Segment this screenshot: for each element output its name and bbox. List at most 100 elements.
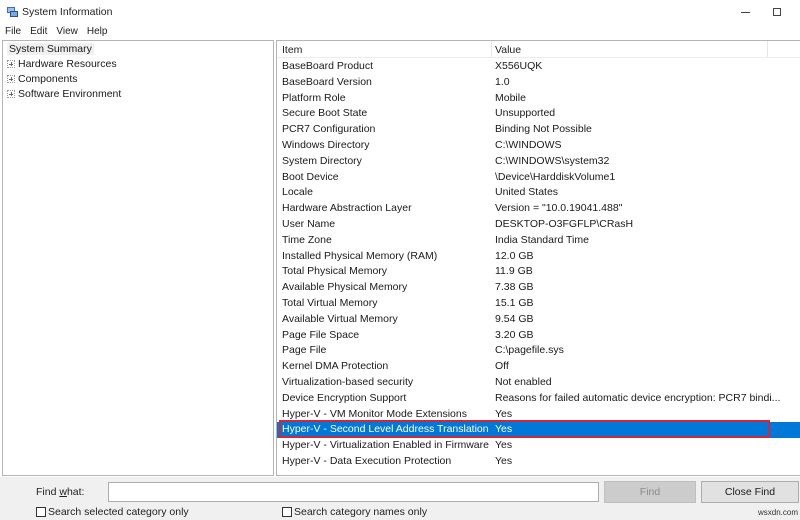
cell-item: Time Zone — [282, 233, 332, 246]
tree-item-software-environment[interactable]: Software Environment — [7, 88, 121, 100]
table-row[interactable]: Virtualization-based security Not enabled — [277, 375, 800, 391]
cell-value: 12.0 GB — [495, 249, 534, 262]
cell-value: 1.0 — [495, 75, 510, 88]
menu-edit[interactable]: Edit — [30, 26, 47, 37]
cell-item: Locale — [282, 186, 313, 199]
cell-value: C:\pagefile.sys — [495, 344, 564, 357]
cell-value: 7.38 GB — [495, 281, 534, 294]
find-button-label: Find — [639, 486, 661, 498]
close-find-button-label: Close Find — [724, 486, 776, 498]
table-row[interactable]: Hyper-V - Virtualization Enabled in Firm… — [277, 438, 800, 454]
list-header: Item Value — [277, 41, 800, 58]
table-row[interactable]: Page File C:\pagefile.sys — [277, 343, 800, 359]
column-header-item[interactable]: Item — [282, 44, 302, 56]
tree-item-label: System Summary — [9, 43, 92, 55]
cell-item: Hyper-V - Second Level Address Translati… — [282, 423, 490, 436]
cell-value: Off — [495, 360, 509, 373]
table-row[interactable]: Hyper-V - Data Execution Protection Yes — [277, 454, 800, 470]
table-row[interactable]: Device Encryption Support Reasons for fai… — [277, 391, 800, 407]
cell-item: Hardware Abstraction Layer — [282, 202, 412, 215]
table-row[interactable]: User Name DESKTOP-O3FGFLP\CRasH — [277, 217, 800, 233]
menu-view[interactable]: View — [56, 26, 78, 37]
find-what-input[interactable] — [108, 482, 599, 502]
cell-item: System Directory — [282, 154, 362, 167]
tree-item-label: Software Environment — [18, 88, 122, 100]
cell-item: Virtualization-based security — [282, 376, 414, 388]
title-bar: System Information — [0, 0, 800, 24]
table-row[interactable]: System Directory C:\WINDOWS\system32 — [277, 154, 800, 170]
cell-item: User Name — [282, 218, 336, 230]
table-row[interactable]: Page File Space 3.20 GB — [277, 328, 800, 344]
column-header-value[interactable]: Value — [495, 44, 521, 56]
tree-item-components[interactable]: Components — [7, 73, 78, 85]
table-row[interactable]: BaseBoard Product X556UQK — [277, 59, 800, 75]
cell-value: DESKTOP-O3FGFLP\CRasH — [495, 218, 634, 230]
cell-item: Installed Physical Memory (RAM) — [282, 249, 438, 262]
table-row[interactable]: Total Physical Memory 11.9 GB — [277, 264, 800, 280]
tree-item-system-summary[interactable]: System Summary — [7, 43, 94, 55]
cell-item: Secure Boot State — [282, 107, 368, 120]
expand-icon[interactable] — [7, 75, 15, 83]
table-row[interactable]: Boot Device \Device\HarddiskVolume1 — [277, 170, 800, 186]
table-row[interactable]: Available Physical Memory 7.38 GB — [277, 280, 800, 296]
cell-item: Total Physical Memory — [282, 265, 388, 278]
menu-file[interactable]: File — [5, 26, 21, 37]
cell-value: Version = "10.0.19041.488" — [495, 202, 623, 215]
cell-item: PCR7 Configuration — [282, 123, 376, 136]
cell-item: Available Physical Memory — [282, 281, 408, 294]
column-divider[interactable] — [491, 41, 492, 57]
table-row[interactable]: PCR7 Configuration Binding Not Possible — [277, 122, 800, 138]
watermark: wsxdn.com — [758, 508, 799, 517]
search-category-names-checkbox[interactable]: Search category names only — [282, 506, 427, 518]
table-row[interactable]: Installed Physical Memory (RAM) 12.0 GB — [277, 249, 800, 265]
cell-item: Platform Role — [282, 91, 346, 104]
menu-help[interactable]: Help — [87, 26, 108, 37]
find-bar: Find what: Find Close Find Search select… — [0, 477, 800, 520]
search-selected-category-checkbox[interactable]: Search selected category only — [36, 506, 189, 518]
table-row[interactable]: Locale United States — [277, 185, 800, 201]
expand-icon[interactable] — [7, 90, 15, 98]
find-what-label: Find what: — [36, 486, 85, 498]
column-divider[interactable] — [767, 41, 768, 57]
cell-value: Yes — [495, 423, 513, 436]
table-row[interactable]: Hyper-V - VM Monitor Mode Extensions Yes — [277, 407, 800, 423]
cell-value: Yes — [495, 407, 513, 420]
table-row[interactable]: BaseBoard Version 1.0 — [277, 75, 800, 91]
checkbox-icon[interactable] — [36, 507, 46, 517]
table-row[interactable]: Available Virtual Memory 9.54 GB — [277, 312, 800, 328]
tree-item-hardware-resources[interactable]: Hardware Resources — [7, 58, 117, 70]
cell-item: Page File — [282, 344, 327, 357]
minimize-icon — [740, 11, 750, 13]
checkbox-label: Search selected category only — [48, 506, 189, 518]
menu-bar: File Edit View Help — [0, 24, 800, 39]
cell-value: India Standard Time — [495, 233, 589, 246]
cell-value: United States — [495, 186, 559, 199]
table-row[interactable]: Secure Boot State Unsupported — [277, 106, 800, 122]
cell-value: 11.9 GB — [495, 265, 533, 278]
checkbox-icon[interactable] — [282, 507, 292, 517]
system-information-icon — [7, 7, 18, 17]
category-tree: System Summary Hardware Resources Compon… — [2, 40, 274, 476]
table-row-selected[interactable]: Hyper-V - Second Level Address Translati… — [277, 422, 800, 439]
table-row[interactable]: Platform Role Mobile — [277, 91, 800, 107]
cell-value: Not enabled — [495, 376, 552, 388]
cell-item: Device Encryption Support — [282, 391, 407, 404]
table-row[interactable]: Hardware Abstraction Layer Version = "10.… — [277, 201, 800, 217]
expand-icon[interactable] — [7, 60, 15, 68]
cell-value: Reasons for failed automatic device encr… — [495, 391, 781, 404]
cell-item: Hyper-V - Data Execution Protection — [282, 455, 452, 467]
cell-value: Unsupported — [495, 107, 556, 120]
cell-value: Mobile — [495, 91, 526, 104]
cell-value: 9.54 GB — [495, 312, 534, 325]
table-row[interactable]: Total Virtual Memory 15.1 GB — [277, 296, 800, 312]
maximize-button[interactable] — [754, 0, 800, 24]
table-row[interactable]: Kernel DMA Protection Off — [277, 359, 800, 375]
find-button[interactable]: Find — [604, 481, 696, 503]
table-row[interactable]: Time Zone India Standard Time — [277, 233, 800, 249]
tree-item-label: Hardware Resources — [18, 58, 117, 70]
table-row[interactable]: Windows Directory C:\WINDOWS — [277, 138, 800, 154]
cell-item: Windows Directory — [282, 139, 370, 151]
close-find-button[interactable]: Close Find — [701, 481, 799, 503]
maximize-icon — [773, 8, 781, 16]
cell-value: 3.20 GB — [495, 328, 534, 341]
